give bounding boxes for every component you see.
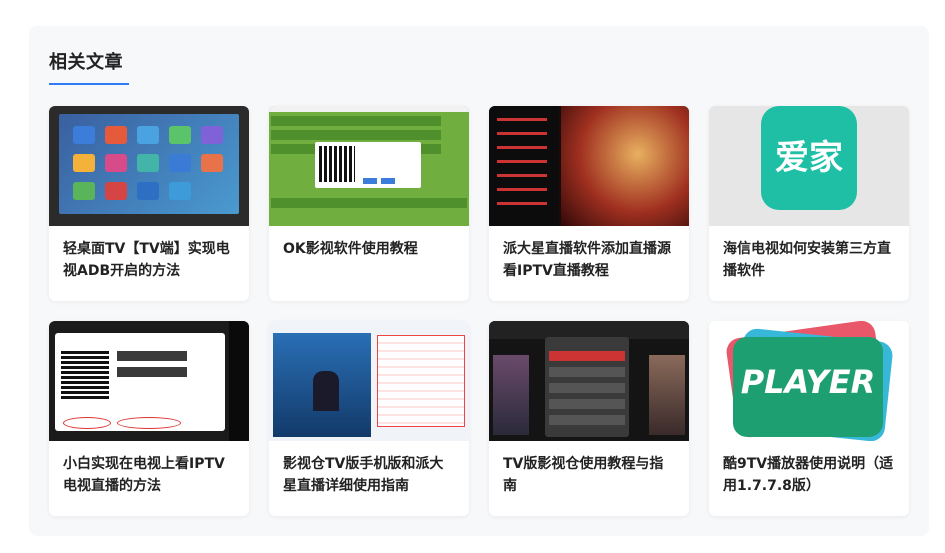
highlight-circle bbox=[63, 417, 111, 429]
article-thumbnail-1[interactable] bbox=[49, 106, 249, 226]
article-title[interactable]: 轻桌面TV【TV端】实现电视ADB开启的方法 bbox=[49, 226, 249, 282]
article-card-7[interactable]: TV版影视仓使用教程与指南 bbox=[489, 321, 689, 516]
settings-row bbox=[271, 198, 467, 208]
article-title[interactable]: 酷9TV播放器使用说明（适用1.7.7.8版） bbox=[709, 441, 909, 497]
app-tile bbox=[73, 126, 95, 144]
title-underline bbox=[49, 83, 129, 85]
related-articles-panel: 相关文章 轻桌面TV【TV端】实现电视ADB开启的方法 OK影视软件使用教程 派… bbox=[29, 26, 929, 536]
app-tile bbox=[201, 154, 223, 172]
app-tile bbox=[105, 154, 127, 172]
aijia-logo-text: 爱家 bbox=[775, 138, 843, 178]
menu-item bbox=[549, 383, 625, 393]
poster bbox=[649, 355, 685, 435]
menu-item bbox=[549, 367, 625, 377]
article-card-3[interactable]: 派大星直播软件添加直播源看IPTV直播教程 bbox=[489, 106, 689, 301]
qr-code-icon bbox=[319, 146, 355, 182]
app-tile bbox=[169, 154, 191, 172]
article-card-2[interactable]: OK影视软件使用教程 bbox=[269, 106, 469, 301]
article-thumbnail-4[interactable]: 爱家 bbox=[709, 106, 909, 226]
app-tile bbox=[137, 154, 159, 172]
poster bbox=[493, 355, 529, 435]
article-title[interactable]: 派大星直播软件添加直播源看IPTV直播教程 bbox=[489, 226, 689, 282]
article-thumbnail-8[interactable]: PLAYER bbox=[709, 321, 909, 441]
dialog-button bbox=[381, 178, 395, 184]
input-row bbox=[117, 351, 187, 361]
menu-item bbox=[549, 351, 625, 361]
app-tile bbox=[73, 154, 95, 172]
channel-row bbox=[497, 132, 547, 135]
app-tile bbox=[105, 182, 127, 200]
channel-list bbox=[489, 106, 559, 226]
input-row bbox=[117, 367, 187, 377]
highlight-circle bbox=[117, 417, 181, 429]
article-title[interactable]: 影视仓TV版手机版和派大星直播详细使用指南 bbox=[269, 441, 469, 497]
channel-row bbox=[497, 188, 547, 191]
app-tile bbox=[137, 126, 159, 144]
article-title[interactable]: TV版影视仓使用教程与指南 bbox=[489, 441, 689, 497]
menu-item bbox=[549, 415, 625, 425]
stage-scene bbox=[561, 106, 689, 226]
qr-code-icon bbox=[61, 351, 109, 399]
section-title: 相关文章 bbox=[49, 52, 123, 73]
article-title[interactable]: OK影视软件使用教程 bbox=[269, 226, 469, 260]
side-menu bbox=[229, 321, 249, 441]
article-thumbnail-6[interactable] bbox=[269, 321, 469, 441]
dialog-button bbox=[363, 178, 377, 184]
article-title[interactable]: 海信电视如何安装第三方直播软件 bbox=[709, 226, 909, 282]
app-tile bbox=[137, 182, 159, 200]
app-tile bbox=[169, 126, 191, 144]
player-logo-text: PLAYER bbox=[740, 363, 876, 401]
annotation-list bbox=[377, 335, 465, 427]
app-tile bbox=[105, 126, 127, 144]
app-tile bbox=[201, 126, 223, 144]
article-thumbnail-7[interactable] bbox=[489, 321, 689, 441]
article-card-5[interactable]: 小白实现在电视上看IPTV电视直播的方法 bbox=[49, 321, 249, 516]
article-thumbnail-2[interactable] bbox=[269, 106, 469, 226]
article-thumbnail-5[interactable] bbox=[49, 321, 249, 441]
menu-item bbox=[549, 399, 625, 409]
channel-row bbox=[497, 118, 547, 121]
presenter-figure bbox=[313, 371, 339, 411]
window-titlebar bbox=[269, 106, 469, 112]
channel-row bbox=[497, 202, 547, 205]
app-tile bbox=[73, 182, 95, 200]
app-tile bbox=[169, 182, 191, 200]
channel-row bbox=[497, 146, 547, 149]
article-card-8[interactable]: PLAYER 酷9TV播放器使用说明（适用1.7.7.8版） bbox=[709, 321, 909, 516]
article-card-6[interactable]: 影视仓TV版手机版和派大星直播详细使用指南 bbox=[269, 321, 469, 516]
article-title[interactable]: 小白实现在电视上看IPTV电视直播的方法 bbox=[49, 441, 249, 497]
article-card-1[interactable]: 轻桌面TV【TV端】实现电视ADB开启的方法 bbox=[49, 106, 249, 301]
articles-grid: 轻桌面TV【TV端】实现电视ADB开启的方法 OK影视软件使用教程 派大星直播软… bbox=[49, 106, 909, 516]
settings-row bbox=[271, 130, 441, 140]
channel-row bbox=[497, 174, 547, 177]
article-card-4[interactable]: 爱家 海信电视如何安装第三方直播软件 bbox=[709, 106, 909, 301]
channel-row bbox=[497, 160, 547, 163]
settings-row bbox=[271, 116, 441, 126]
article-thumbnail-3[interactable] bbox=[489, 106, 689, 226]
